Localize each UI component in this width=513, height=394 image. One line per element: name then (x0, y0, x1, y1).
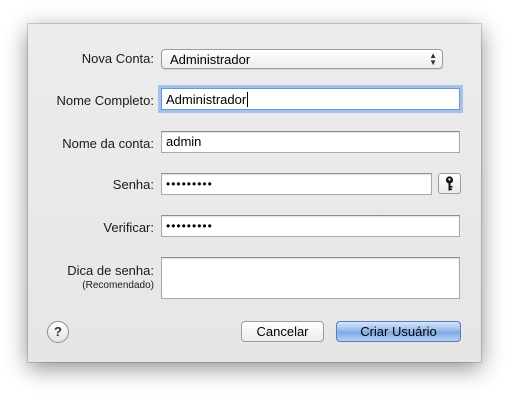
full-name-field[interactable]: Administrador (161, 88, 460, 110)
new-account-sheet: Nova Conta: Administrador ▲ ▼ Nome Comple… (28, 24, 481, 362)
updown-arrows-icon: ▲ ▼ (429, 51, 437, 67)
full-name-value: Administrador (166, 92, 247, 107)
account-name-field[interactable]: admin (161, 131, 460, 153)
account-name-value: admin (166, 134, 202, 149)
account-type-label: Nova Conta: (81, 51, 154, 66)
verify-label: Verificar: (103, 220, 154, 235)
create-user-button[interactable]: Criar Usuário (336, 321, 461, 342)
password-assistant-button[interactable] (438, 173, 461, 194)
verify-value: ••••••••• (166, 219, 213, 233)
hint-label: Dica de senha: (67, 263, 154, 278)
password-value: ••••••••• (166, 177, 213, 191)
account-type-popup[interactable]: Administrador ▲ ▼ (161, 49, 443, 69)
account-type-value: Administrador (170, 52, 251, 67)
full-name-label: Nome Completo: (56, 93, 154, 108)
text-caret (247, 92, 249, 107)
help-button[interactable]: ? (47, 321, 69, 343)
hint-sublabel: (Recomendado) (82, 280, 154, 291)
password-field[interactable]: ••••••••• (161, 173, 432, 195)
password-hint-field[interactable] (161, 257, 460, 299)
key-icon (445, 176, 454, 191)
password-label: Senha: (112, 177, 154, 192)
account-name-label: Nome da conta: (62, 136, 154, 151)
cancel-button[interactable]: Cancelar (241, 321, 324, 342)
verify-field[interactable]: ••••••••• (161, 215, 460, 237)
